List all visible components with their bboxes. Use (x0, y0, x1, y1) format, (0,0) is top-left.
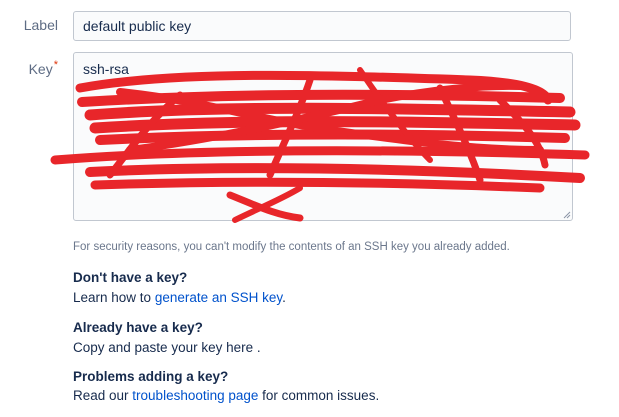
problems-heading: Problems adding a key? (73, 369, 229, 384)
troubleshooting-page-link[interactable]: troubleshooting page (132, 388, 258, 403)
have-key-heading: Already have a key? (73, 320, 203, 335)
no-key-suffix: . (282, 290, 286, 305)
problems-body: Read our troubleshooting page for common… (73, 388, 379, 403)
no-key-body: Learn how to generate an SSH key. (73, 290, 286, 305)
no-key-heading: Don't have a key? (73, 270, 188, 285)
redaction-strokes (50, 67, 590, 223)
redaction-stroke-7 (85, 163, 585, 183)
have-key-body: Copy and paste your key here . (73, 340, 261, 355)
generate-ssh-key-link[interactable]: generate an SSH key (155, 290, 282, 305)
redaction-stroke-5 (95, 129, 570, 145)
security-help-text: For security reasons, you can't modify t… (73, 241, 510, 253)
no-key-prefix: Learn how to (73, 290, 155, 305)
redaction-stroke-8 (90, 177, 545, 193)
ssh-key-form: Label default public key Key* ssh-rsa Fo… (0, 0, 619, 417)
problems-suffix: for common issues. (258, 388, 380, 403)
problems-prefix: Read our (73, 388, 133, 403)
